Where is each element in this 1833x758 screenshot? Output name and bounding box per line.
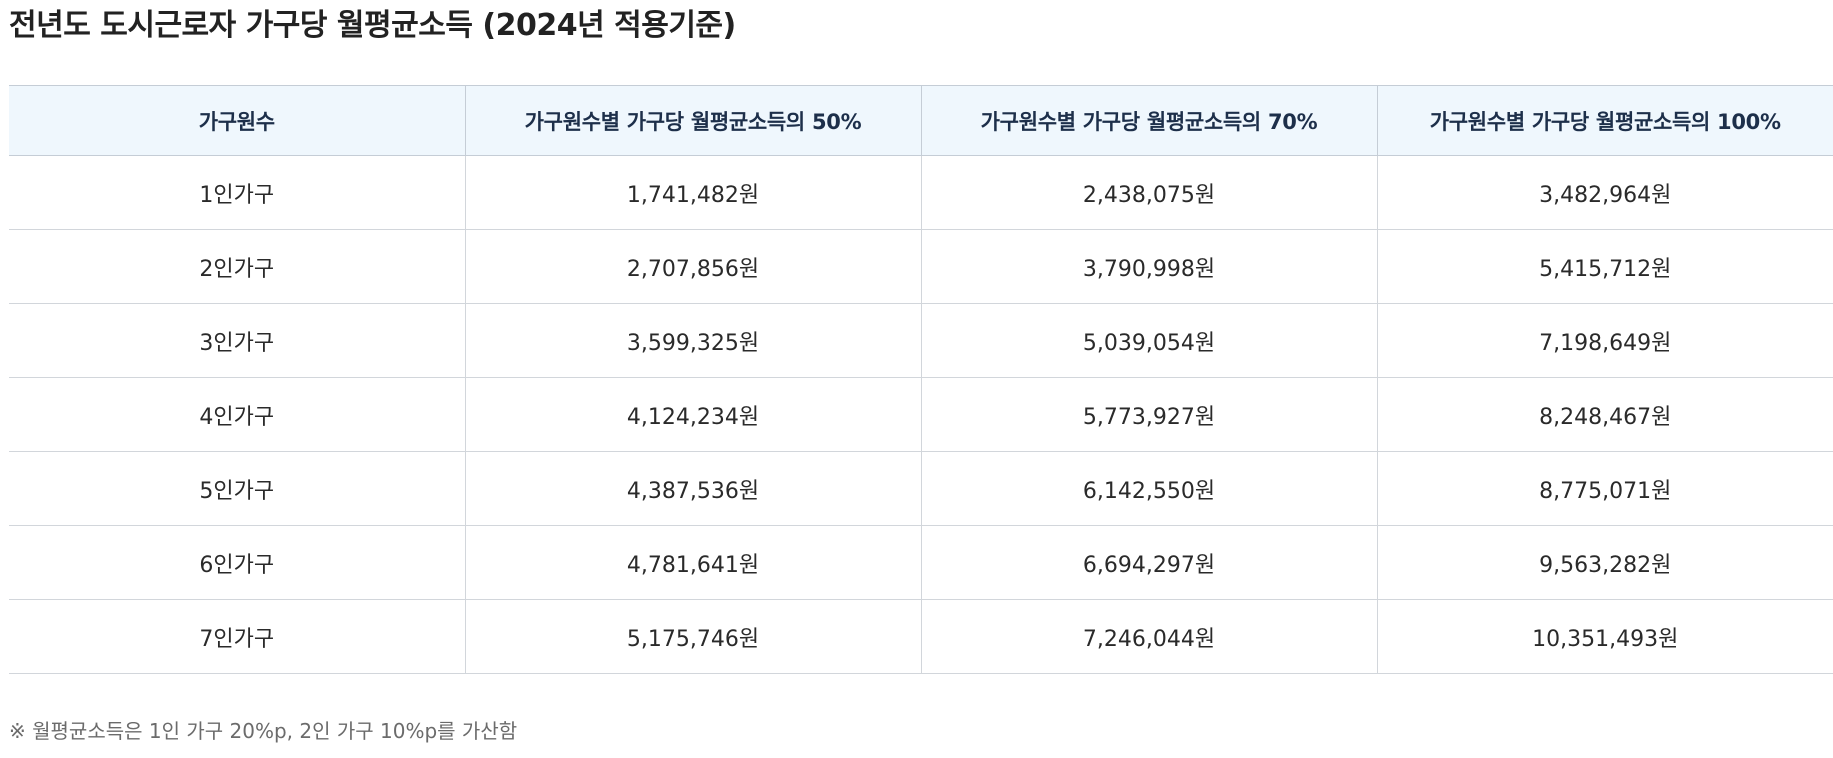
cell-household-size: 3인가구 bbox=[9, 303, 465, 378]
cell-income-70: 7,246,044원 bbox=[920, 599, 1377, 674]
cell-income-70: 2,438,075원 bbox=[920, 155, 1377, 230]
table-row: 2인가구 2,707,856원 3,790,998원 5,415,712원 bbox=[9, 229, 1833, 304]
table-body: 1인가구 1,741,482원 2,438,075원 3,482,964원 2인… bbox=[9, 155, 1833, 674]
table-header: 가구원수 가구원수별 가구당 월평균소득의 50% 가구원수별 가구당 월평균소… bbox=[9, 85, 1833, 156]
header-household-size: 가구원수 bbox=[9, 85, 465, 156]
table-row: 1인가구 1,741,482원 2,438,075원 3,482,964원 bbox=[9, 155, 1833, 230]
cell-income-70: 6,142,550원 bbox=[920, 451, 1377, 526]
cell-income-70: 3,790,998원 bbox=[920, 229, 1377, 304]
table-row: 3인가구 3,599,325원 5,039,054원 7,198,649원 bbox=[9, 303, 1833, 378]
page-title: 전년도 도시근로자 가구당 월평균소득 (2024년 적용기준) bbox=[9, 8, 736, 43]
cell-income-100: 3,482,964원 bbox=[1376, 155, 1833, 230]
cell-household-size: 1인가구 bbox=[9, 155, 465, 230]
table-row: 7인가구 5,175,746원 7,246,044원 10,351,493원 bbox=[9, 599, 1833, 674]
header-income-70: 가구원수별 가구당 월평균소득의 70% bbox=[920, 85, 1377, 156]
cell-income-100: 5,415,712원 bbox=[1376, 229, 1833, 304]
cell-income-100: 10,351,493원 bbox=[1376, 599, 1833, 674]
cell-household-size: 5인가구 bbox=[9, 451, 465, 526]
cell-income-50: 2,707,856원 bbox=[464, 229, 921, 304]
cell-income-50: 4,387,536원 bbox=[464, 451, 921, 526]
header-income-100: 가구원수별 가구당 월평균소득의 100% bbox=[1376, 85, 1833, 156]
cell-household-size: 6인가구 bbox=[9, 525, 465, 600]
cell-income-100: 8,775,071원 bbox=[1376, 451, 1833, 526]
header-row: 가구원수 가구원수별 가구당 월평균소득의 50% 가구원수별 가구당 월평균소… bbox=[9, 85, 1833, 156]
cell-income-50: 4,124,234원 bbox=[464, 377, 921, 452]
cell-income-100: 9,563,282원 bbox=[1376, 525, 1833, 600]
table-row: 6인가구 4,781,641원 6,694,297원 9,563,282원 bbox=[9, 525, 1833, 600]
cell-income-50: 3,599,325원 bbox=[464, 303, 921, 378]
header-income-50: 가구원수별 가구당 월평균소득의 50% bbox=[464, 85, 921, 156]
cell-income-50: 4,781,641원 bbox=[464, 525, 921, 600]
cell-income-50: 5,175,746원 bbox=[464, 599, 921, 674]
cell-income-100: 8,248,467원 bbox=[1376, 377, 1833, 452]
cell-household-size: 2인가구 bbox=[9, 229, 465, 304]
income-table: 가구원수 가구원수별 가구당 월평균소득의 50% 가구원수별 가구당 월평균소… bbox=[9, 85, 1833, 674]
table-row: 4인가구 4,124,234원 5,773,927원 8,248,467원 bbox=[9, 377, 1833, 452]
cell-income-70: 5,773,927원 bbox=[920, 377, 1377, 452]
cell-household-size: 4인가구 bbox=[9, 377, 465, 452]
cell-household-size: 7인가구 bbox=[9, 599, 465, 674]
footnote: ※ 월평균소득은 1인 가구 20%p, 2인 가구 10%p를 가산함 bbox=[9, 719, 518, 743]
table-row: 5인가구 4,387,536원 6,142,550원 8,775,071원 bbox=[9, 451, 1833, 526]
income-table-container: 가구원수 가구원수별 가구당 월평균소득의 50% 가구원수별 가구당 월평균소… bbox=[9, 85, 1833, 674]
cell-income-100: 7,198,649원 bbox=[1376, 303, 1833, 378]
cell-income-50: 1,741,482원 bbox=[464, 155, 921, 230]
cell-income-70: 6,694,297원 bbox=[920, 525, 1377, 600]
cell-income-70: 5,039,054원 bbox=[920, 303, 1377, 378]
